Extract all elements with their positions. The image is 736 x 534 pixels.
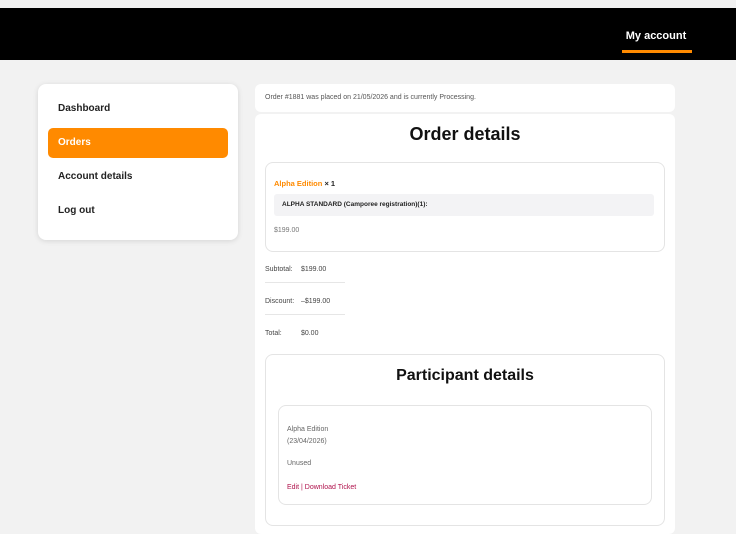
participant-date: (23/04/2026) — [287, 438, 327, 445]
discount-label: Discount: — [265, 298, 295, 305]
item-meta-row: ALPHA STANDARD (Camporee registration)(1… — [274, 194, 654, 216]
order-item-name: Alpha Edition × 1 — [274, 179, 335, 188]
total-label: Total: — [265, 330, 282, 337]
participant-card: Alpha Edition (23/04/2026) Unused Edit |… — [278, 405, 652, 505]
order-status-notice: Order #1881 was placed on 21/05/2026 and… — [255, 84, 675, 112]
product-link[interactable]: Alpha Edition — [274, 179, 322, 188]
sidebar-item-orders[interactable]: Orders — [48, 128, 228, 158]
link-separator: | — [301, 484, 303, 491]
order-details-panel: Order details Alpha Edition × 1 ALPHA ST… — [255, 114, 675, 534]
main-content: Order #1881 was placed on 21/05/2026 and… — [255, 84, 675, 534]
order-details-title: Order details — [409, 124, 521, 144]
ticket-status: Unused — [287, 460, 312, 467]
download-ticket-link[interactable]: Download Ticket — [305, 484, 356, 491]
subtotal-row: Subtotal: $199.00 — [265, 258, 345, 283]
sidebar-item-log-out[interactable]: Log out — [48, 196, 228, 226]
edit-link[interactable]: Edit — [287, 484, 299, 491]
subtotal-value: $199.00 — [300, 266, 327, 273]
account-sidebar: Dashboard Orders Account details Log out — [38, 84, 238, 240]
participant-details-title: Participant details — [396, 367, 534, 384]
sidebar-item-dashboard[interactable]: Dashboard — [48, 94, 228, 124]
discount-value: –$199.00 — [300, 298, 331, 305]
total-value: $0.00 — [300, 330, 319, 337]
participant-name: Alpha Edition — [287, 426, 329, 433]
subtotal-label: Subtotal: — [265, 266, 293, 273]
sidebar-item-account-details[interactable]: Account details — [48, 162, 228, 192]
item-price: $199.00 — [274, 227, 300, 234]
my-account-link[interactable]: My account — [620, 30, 692, 42]
top-navigation-bar: My account — [0, 8, 736, 60]
active-nav-underline — [622, 50, 692, 53]
participant-details-section: Participant details Alpha Edition (23/04… — [265, 354, 665, 526]
total-row: Total: $0.00 — [265, 322, 345, 346]
discount-row: Discount: –$199.00 — [265, 290, 345, 315]
participant-actions: Edit | Download Ticket — [287, 484, 356, 491]
order-item-card: Alpha Edition × 1 ALPHA STANDARD (Campor… — [265, 162, 665, 252]
product-quantity: × 1 — [324, 179, 336, 188]
